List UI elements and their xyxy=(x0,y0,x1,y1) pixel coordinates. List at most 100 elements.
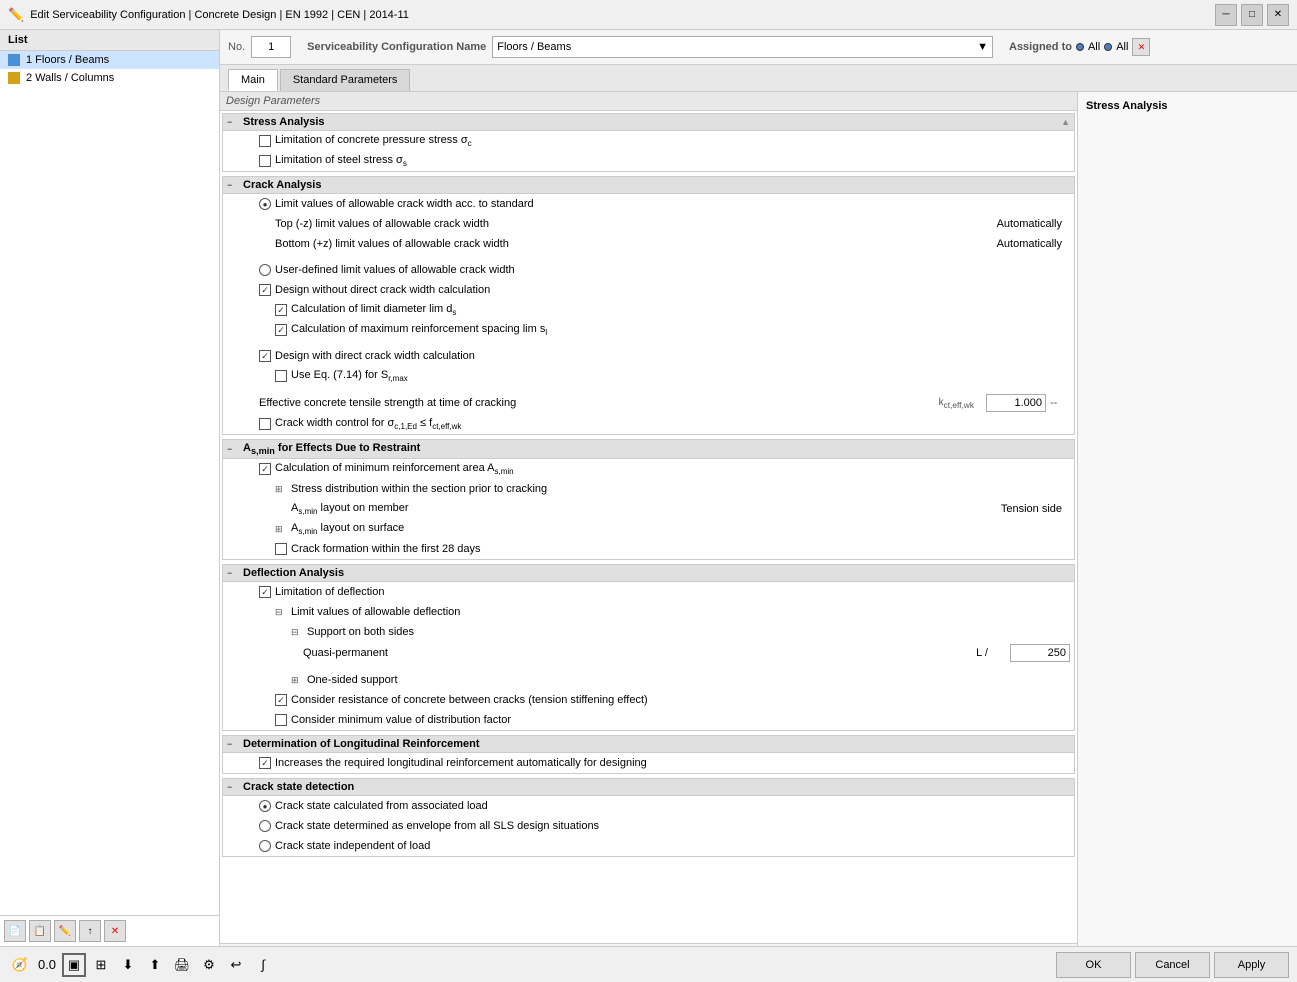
support-both-label: Support on both sides xyxy=(307,626,1070,638)
crack-from-load-label: Crack state calculated from associated l… xyxy=(275,800,1070,812)
collapse-icon2[interactable]: − xyxy=(227,180,239,190)
no-input[interactable] xyxy=(251,36,291,58)
expand-icon1[interactable]: ⊞ xyxy=(275,484,287,495)
maximize-button[interactable]: □ xyxy=(1241,4,1263,26)
limit-values-radio[interactable] xyxy=(259,198,271,210)
crack-from-load-radio[interactable] xyxy=(259,800,271,812)
toolbar-icons: 🧭 0.0 ▣ ⊞ ⬇ ⬆ 🖨 ⚙ ↩ ∫ xyxy=(8,953,275,977)
collapse-icon4[interactable]: − xyxy=(227,568,239,578)
settings-button[interactable]: ⚙ xyxy=(197,953,221,977)
limitation-deflection-cb[interactable] xyxy=(259,586,271,598)
consider-resistance-cb[interactable] xyxy=(275,694,287,706)
calc-max-reinforcement-label: Calculation of maximum reinforcement spa… xyxy=(291,323,1070,337)
as-min-header[interactable]: − As,min for Effects Due to Restraint xyxy=(223,440,1074,459)
design-without-direct-cb[interactable] xyxy=(259,284,271,296)
tab-main[interactable]: Main xyxy=(228,69,278,91)
bottom-limit-label: Bottom (+z) limit values of allowable cr… xyxy=(275,238,986,250)
move-up-button[interactable]: ↑ xyxy=(79,920,101,942)
apply-button[interactable]: Apply xyxy=(1214,952,1289,978)
tab-standard-params[interactable]: Standard Parameters xyxy=(280,69,411,91)
collapse-icon6[interactable]: − xyxy=(227,782,239,792)
expand-icon3[interactable]: ⊟ xyxy=(275,607,287,618)
consider-resistance-label: Consider resistance of concrete between … xyxy=(291,694,1070,706)
user-defined-radio[interactable] xyxy=(259,264,271,276)
print-button[interactable]: 🖨 xyxy=(170,953,194,977)
consider-min-distribution-cb[interactable] xyxy=(275,714,287,726)
delete-button[interactable]: ✕ xyxy=(104,920,126,942)
calc-min-reinf-cb[interactable] xyxy=(259,463,271,475)
input-button[interactable]: ⬇ xyxy=(116,953,140,977)
left-panel: List 1 Floors / Beams 2 Walls / Columns … xyxy=(0,30,220,946)
rename-button[interactable]: ✏️ xyxy=(54,920,76,942)
ok-button[interactable]: OK xyxy=(1056,952,1131,978)
crack-28days-cb[interactable] xyxy=(275,543,287,555)
kct-value-input[interactable] xyxy=(986,394,1046,412)
close-button[interactable]: ✕ xyxy=(1267,4,1289,26)
expand-icon2[interactable]: ⊞ xyxy=(275,524,287,535)
crack-envelope-radio[interactable] xyxy=(259,820,271,832)
table-button[interactable]: ⊞ xyxy=(89,953,113,977)
effective-tensile-item: Effective concrete tensile strength at t… xyxy=(223,392,1074,414)
long-reinf-header[interactable]: − Determination of Longitudinal Reinforc… xyxy=(223,736,1074,753)
value-button[interactable]: 0.0 xyxy=(35,953,59,977)
name-label: Serviceability Configuration Name xyxy=(307,41,486,53)
consider-min-distribution-label: Consider minimum value of distribution f… xyxy=(291,714,1070,726)
use-eq-item: Use Eq. (7.14) for Sr,max xyxy=(223,366,1074,386)
use-eq-cb[interactable] xyxy=(275,370,287,382)
limitation-deflection-label: Limitation of deflection xyxy=(275,586,1070,598)
design-with-direct-label: Design with direct crack width calculati… xyxy=(275,350,1070,362)
scroll-hint: ▲ xyxy=(1061,117,1070,127)
stress-analysis-header[interactable]: − Stress Analysis ▲ xyxy=(223,114,1074,131)
undo-button[interactable]: ↩ xyxy=(224,953,248,977)
list-item[interactable]: 1 Floors / Beams xyxy=(0,51,219,69)
assigned-section: Assigned to All All ✕ xyxy=(1009,38,1289,56)
expand-icon5[interactable]: ⊞ xyxy=(291,675,303,686)
kct-param: kct,eff,wk xyxy=(922,397,982,410)
crack-independent-label: Crack state independent of load xyxy=(275,840,1070,852)
section-title: Stress Analysis xyxy=(243,116,325,128)
crack-width-control-cb[interactable] xyxy=(259,418,271,430)
user-defined-radio-item: User-defined limit values of allowable c… xyxy=(223,260,1074,280)
increases-required-cb[interactable] xyxy=(259,757,271,769)
limitation-concrete-cb[interactable] xyxy=(259,135,271,147)
cancel-button[interactable]: Cancel xyxy=(1135,952,1210,978)
collapse-icon3[interactable]: − xyxy=(227,444,239,454)
right-content: No. Serviceability Configuration Name Fl… xyxy=(220,30,1297,946)
expand-icon4[interactable]: ⊟ xyxy=(291,627,303,638)
quasi-permanent-value-input[interactable] xyxy=(1010,644,1070,662)
calc-min-reinf-label: Calculation of minimum reinforcement are… xyxy=(275,462,1070,476)
stress-dist-label: Stress distribution within the section p… xyxy=(291,483,1070,495)
effective-tensile-label: Effective concrete tensile strength at t… xyxy=(259,397,918,409)
name-dropdown[interactable]: Floors / Beams ▼ xyxy=(492,36,993,58)
collapse-icon5[interactable]: − xyxy=(227,739,239,749)
deflection-header[interactable]: − Deflection Analysis xyxy=(223,565,1074,582)
calc-max-reinforcement-cb[interactable] xyxy=(275,324,287,336)
output-button[interactable]: ⬆ xyxy=(143,953,167,977)
top-limit-value: Automatically xyxy=(990,218,1070,230)
new-item-button[interactable]: 📄 xyxy=(4,920,26,942)
crack-analysis-header[interactable]: − Crack Analysis xyxy=(223,177,1074,194)
minimize-button[interactable]: ─ xyxy=(1215,4,1237,26)
calc-limit-diameter-cb[interactable] xyxy=(275,304,287,316)
list-item-label: 1 Floors / Beams xyxy=(26,54,109,66)
limitation-deflection-item: Limitation of deflection xyxy=(223,582,1074,602)
navigate-button[interactable]: 🧭 xyxy=(8,953,32,977)
list-item[interactable]: 2 Walls / Columns xyxy=(0,69,219,87)
crack-28days-item: Crack formation within the first 28 days xyxy=(223,539,1074,559)
formula-button[interactable]: ∫ xyxy=(251,953,275,977)
assigned-radio2 xyxy=(1104,43,1112,51)
design-with-direct-cb[interactable] xyxy=(259,350,271,362)
top-limit-item: Top (-z) limit values of allowable crack… xyxy=(223,214,1074,234)
calc-limit-diameter-label: Calculation of limit diameter lim ds xyxy=(291,303,1070,317)
item-icon-blue xyxy=(8,54,20,66)
config-list: 1 Floors / Beams 2 Walls / Columns xyxy=(0,51,219,915)
crack-independent-radio[interactable] xyxy=(259,840,271,852)
app-icon: ✏️ xyxy=(8,7,24,23)
clear-assigned-button[interactable]: ✕ xyxy=(1132,38,1150,56)
crack-state-header[interactable]: − Crack state detection xyxy=(223,779,1074,796)
crack-independent-item: Crack state independent of load xyxy=(223,836,1074,856)
select-button[interactable]: ▣ xyxy=(62,953,86,977)
collapse-icon[interactable]: − xyxy=(227,117,239,127)
limitation-steel-cb[interactable] xyxy=(259,155,271,167)
duplicate-button[interactable]: 📋 xyxy=(29,920,51,942)
